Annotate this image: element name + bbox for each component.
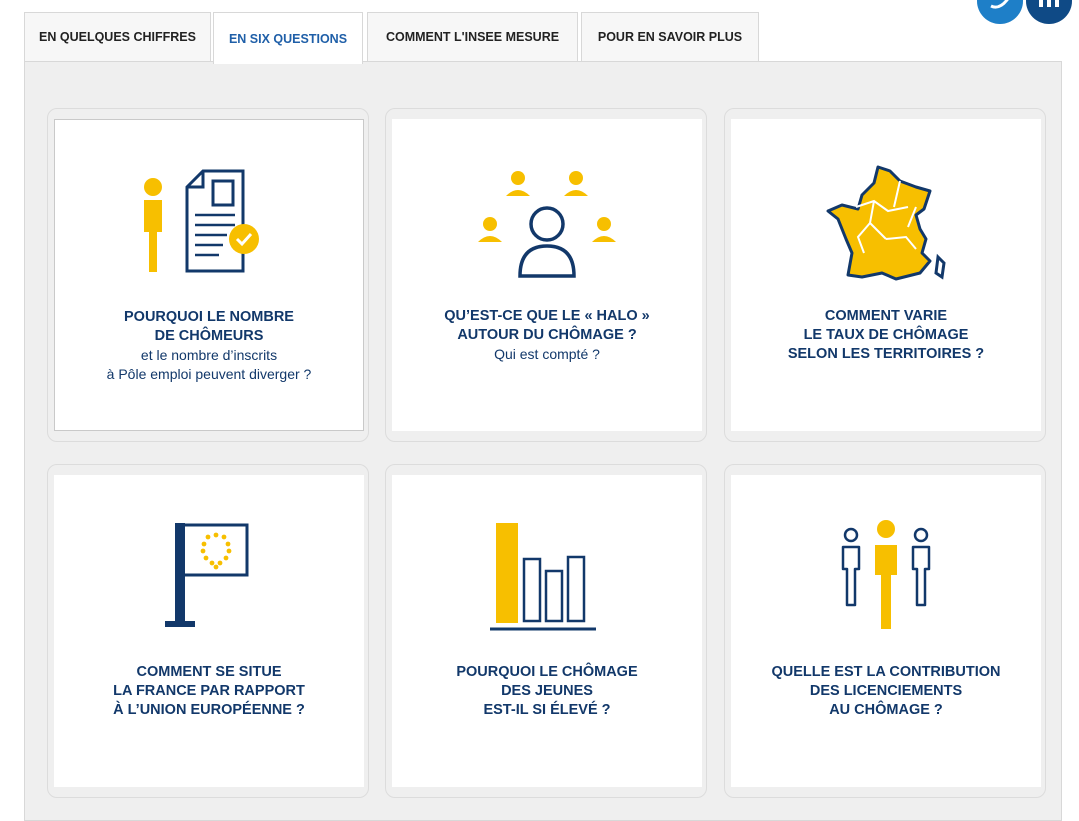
person-document-icon (55, 150, 363, 300)
question-title-line: LA FRANCE PAR RAPPORT (113, 683, 305, 699)
question-card-union-europeenne[interactable]: COMMENT SE SITUE LA FRANCE PAR RAPPORT À… (47, 464, 369, 798)
question-title-line: COMMENT SE SITUE (136, 664, 282, 680)
question-title-line: LE TAUX DE CHÔMAGE (803, 327, 969, 343)
question-card-licenciements[interactable]: QUELLE EST LA CONTRIBUTION DES LICENCIEM… (724, 464, 1046, 798)
question-title-line: EST-IL SI ÉLEVÉ ? (483, 702, 611, 718)
twitter-icon[interactable] (977, 0, 1023, 24)
question-subtitle-line: et le nombre d’inscrits (140, 347, 278, 363)
question-text: POURQUOI LE CHÔMAGE DES JEUNES EST-IL SI… (402, 663, 692, 720)
question-title-line: COMMENT VARIE (824, 308, 948, 324)
question-text: COMMENT SE SITUE LA FRANCE PAR RAPPORT À… (64, 663, 354, 720)
tab-label: EN SIX QUESTIONS (228, 31, 348, 46)
question-title-line: AU CHÔMAGE ? (829, 702, 943, 718)
three-people-icon (731, 505, 1041, 655)
france-map-icon (731, 149, 1041, 299)
tab-label: POUR EN SAVOIR PLUS (597, 30, 743, 44)
question-card-chomage-jeunes[interactable]: POURQUOI LE CHÔMAGE DES JEUNES EST-IL SI… (385, 464, 707, 798)
question-title-line: DE CHÔMEURS (154, 328, 264, 344)
bar-chart-icon (392, 505, 702, 655)
tab-label: COMMENT L'INSEE MESURE (385, 30, 560, 44)
question-title-line: POURQUOI LE CHÔMAGE (456, 664, 638, 680)
question-subtitle-line: à Pôle emploi peuvent diverger ? (106, 366, 312, 382)
question-card-territoires[interactable]: COMMENT VARIE LE TAUX DE CHÔMAGE SELON L… (724, 108, 1046, 442)
eu-flag-icon (54, 505, 364, 655)
question-title-line: POURQUOI LE NOMBRE (124, 309, 294, 325)
questions-panel: POURQUOI LE NOMBRE DE CHÔMEURS et le nom… (24, 61, 1062, 821)
tab-pour-en-savoir-plus[interactable]: POUR EN SAVOIR PLUS (581, 12, 759, 61)
question-title-line: QU’EST-CE QUE LE « HALO » (444, 308, 650, 324)
question-text: POURQUOI LE NOMBRE DE CHÔMEURS et le nom… (65, 308, 353, 384)
question-text: QUELLE EST LA CONTRIBUTION DES LICENCIEM… (741, 663, 1031, 720)
question-title-line: DES JEUNES (501, 683, 593, 699)
halo-people-icon (392, 149, 702, 299)
question-title-line: AUTOUR DU CHÔMAGE ? (457, 327, 637, 343)
tab-en-six-questions[interactable]: EN SIX QUESTIONS (213, 12, 363, 64)
tab-en-quelques-chiffres[interactable]: EN QUELQUES CHIFFRES (24, 12, 211, 61)
question-card-halo-chomage[interactable]: QU’EST-CE QUE LE « HALO » AUTOUR DU CHÔM… (385, 108, 707, 442)
question-title-line: SELON LES TERRITOIRES ? (787, 346, 985, 362)
question-card-nombre-chomeurs[interactable]: POURQUOI LE NOMBRE DE CHÔMEURS et le nom… (47, 108, 369, 442)
question-title-line: QUELLE EST LA CONTRIBUTION (771, 664, 1001, 680)
tab-label: EN QUELQUES CHIFFRES (39, 30, 196, 44)
question-text: QU’EST-CE QUE LE « HALO » AUTOUR DU CHÔM… (402, 307, 692, 364)
linkedin-icon[interactable] (1026, 0, 1072, 24)
question-title-line: À L’UNION EUROPÉENNE ? (113, 702, 305, 718)
question-subtitle-line: Qui est compté ? (494, 346, 600, 362)
tab-comment-linsee-mesure[interactable]: COMMENT L'INSEE MESURE (367, 12, 578, 61)
question-text: COMMENT VARIE LE TAUX DE CHÔMAGE SELON L… (741, 307, 1031, 364)
question-title-line: DES LICENCIEMENTS (809, 683, 963, 699)
